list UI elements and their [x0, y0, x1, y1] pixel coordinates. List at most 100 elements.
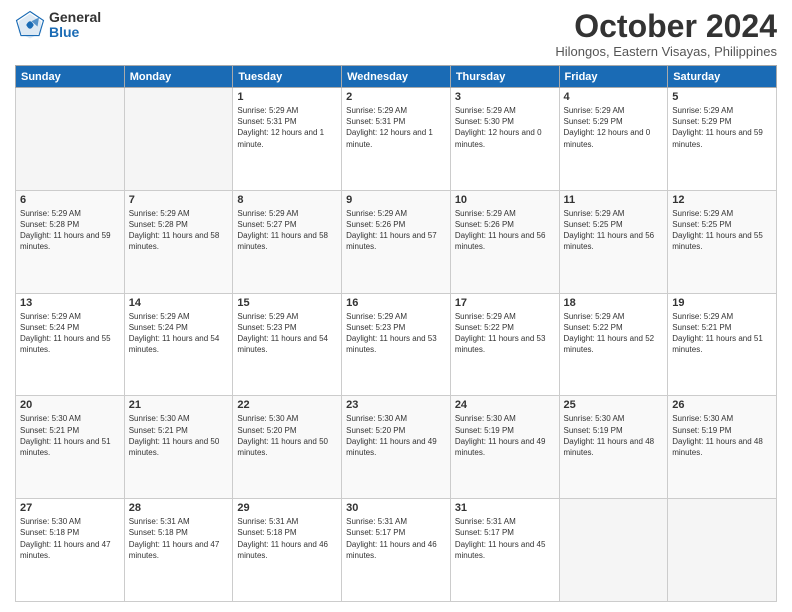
logo-text: General Blue: [49, 10, 101, 41]
day-info: Sunrise: 5:31 AMSunset: 5:18 PMDaylight:…: [237, 516, 337, 561]
day-info: Sunrise: 5:29 AMSunset: 5:27 PMDaylight:…: [237, 208, 337, 253]
day-info: Sunrise: 5:29 AMSunset: 5:25 PMDaylight:…: [672, 208, 772, 253]
day-number: 13: [20, 297, 120, 309]
calendar-week-4: 20Sunrise: 5:30 AMSunset: 5:21 PMDayligh…: [16, 396, 777, 499]
day-info: Sunrise: 5:31 AMSunset: 5:17 PMDaylight:…: [455, 516, 555, 561]
weekday-header-wednesday: Wednesday: [342, 66, 451, 88]
weekday-header-saturday: Saturday: [668, 66, 777, 88]
day-info: Sunrise: 5:31 AMSunset: 5:17 PMDaylight:…: [346, 516, 446, 561]
day-info: Sunrise: 5:29 AMSunset: 5:31 PMDaylight:…: [346, 105, 446, 150]
day-info: Sunrise: 5:30 AMSunset: 5:19 PMDaylight:…: [455, 413, 555, 458]
calendar-cell: 4 Sunrise: 5:29 AMSunset: 5:29 PMDaylight…: [559, 88, 668, 191]
day-number: 29: [237, 502, 337, 514]
calendar-cell: 30Sunrise: 5:31 AMSunset: 5:17 PMDayligh…: [342, 499, 451, 602]
calendar-week-1: 1Sunrise: 5:29 AMSunset: 5:31 PMDaylight…: [16, 88, 777, 191]
day-number: 17: [455, 297, 555, 309]
calendar-cell: 22Sunrise: 5:30 AMSunset: 5:20 PMDayligh…: [233, 396, 342, 499]
calendar-cell: 8 Sunrise: 5:29 AMSunset: 5:27 PMDaylight…: [233, 190, 342, 293]
calendar-cell: 21 Sunrise: 5:30 AMSunset: 5:21 PMDayligh…: [124, 396, 233, 499]
day-number: 31: [455, 502, 555, 514]
day-number: 21: [129, 399, 229, 411]
calendar-cell: 15 Sunrise: 5:29 AMSunset: 5:23 PMDayligh…: [233, 293, 342, 396]
calendar-cell: 17 Sunrise: 5:29 AMSunset: 5:22 PMDayligh…: [450, 293, 559, 396]
day-number: 9: [346, 194, 446, 206]
day-number: 19: [672, 297, 772, 309]
day-number: 24: [455, 399, 555, 411]
calendar-cell: 19Sunrise: 5:29 AMSunset: 5:21 PMDayligh…: [668, 293, 777, 396]
calendar-cell: [16, 88, 125, 191]
calendar-cell: 3 Sunrise: 5:29 AMSunset: 5:30 PMDaylight…: [450, 88, 559, 191]
calendar-cell: 11 Sunrise: 5:29 AMSunset: 5:25 PMDayligh…: [559, 190, 668, 293]
weekday-header-thursday: Thursday: [450, 66, 559, 88]
page: General Blue October 2024 Hilongos, East…: [0, 0, 792, 612]
day-info: Sunrise: 5:29 AMSunset: 5:26 PMDaylight:…: [346, 208, 446, 253]
calendar-cell: 10 Sunrise: 5:29 AMSunset: 5:26 PMDayligh…: [450, 190, 559, 293]
day-number: 5: [672, 91, 772, 103]
day-info: Sunrise: 5:30 AMSunset: 5:18 PMDaylight:…: [20, 516, 120, 561]
calendar-cell: 28Sunrise: 5:31 AMSunset: 5:18 PMDayligh…: [124, 499, 233, 602]
day-info: Sunrise: 5:29 AMSunset: 5:23 PMDaylight:…: [237, 311, 337, 356]
day-number: 16: [346, 297, 446, 309]
day-number: 2: [346, 91, 446, 103]
day-number: 12: [672, 194, 772, 206]
calendar-week-3: 13 Sunrise: 5:29 AMSunset: 5:24 PMDayligh…: [16, 293, 777, 396]
calendar-cell: 6Sunrise: 5:29 AMSunset: 5:28 PMDaylight…: [16, 190, 125, 293]
calendar-week-2: 6 Sunrise: 5:29 AMSunset: 5:28 PMDaylight…: [16, 190, 777, 293]
calendar-cell: 7 Sunrise: 5:29 AMSunset: 5:28 PMDaylight…: [124, 190, 233, 293]
day-info: Sunrise: 5:29 AMSunset: 5:24 PMDaylight:…: [20, 311, 120, 356]
day-number: 26: [672, 399, 772, 411]
calendar-table: SundayMondayTuesdayWednesdayThursdayFrid…: [15, 65, 777, 602]
day-info: Sunrise: 5:29 AMSunset: 5:30 PMDaylight:…: [455, 105, 555, 150]
day-info: Sunrise: 5:30 AMSunset: 5:21 PMDaylight:…: [20, 413, 120, 458]
calendar-cell: 13 Sunrise: 5:29 AMSunset: 5:24 PMDayligh…: [16, 293, 125, 396]
header: General Blue October 2024 Hilongos, East…: [15, 10, 777, 59]
weekday-header-tuesday: Tuesday: [233, 66, 342, 88]
day-number: 15: [237, 297, 337, 309]
day-info: Sunrise: 5:30 AMSunset: 5:20 PMDaylight:…: [237, 413, 337, 458]
day-info: Sunrise: 5:29 AMSunset: 5:23 PMDaylight:…: [346, 311, 446, 356]
day-info: Sunrise: 5:29 AMSunset: 5:24 PMDaylight:…: [129, 311, 229, 356]
day-info: Sunrise: 5:30 AMSunset: 5:21 PMDaylight:…: [129, 413, 229, 458]
day-info: Sunrise: 5:30 AMSunset: 5:19 PMDaylight:…: [564, 413, 664, 458]
calendar-cell: 20Sunrise: 5:30 AMSunset: 5:21 PMDayligh…: [16, 396, 125, 499]
day-info: Sunrise: 5:29 AMSunset: 5:22 PMDaylight:…: [564, 311, 664, 356]
title-area: October 2024 Hilongos, Eastern Visayas, …: [555, 10, 777, 59]
day-number: 10: [455, 194, 555, 206]
calendar-cell: 5 Sunrise: 5:29 AMSunset: 5:29 PMDaylight…: [668, 88, 777, 191]
day-number: 23: [346, 399, 446, 411]
day-number: 8: [237, 194, 337, 206]
day-info: Sunrise: 5:29 AMSunset: 5:25 PMDaylight:…: [564, 208, 664, 253]
calendar-cell: 25Sunrise: 5:30 AMSunset: 5:19 PMDayligh…: [559, 396, 668, 499]
calendar-cell: 1Sunrise: 5:29 AMSunset: 5:31 PMDaylight…: [233, 88, 342, 191]
day-info: Sunrise: 5:29 AMSunset: 5:29 PMDaylight:…: [564, 105, 664, 150]
calendar-cell: 9 Sunrise: 5:29 AMSunset: 5:26 PMDaylight…: [342, 190, 451, 293]
calendar-cell: 12 Sunrise: 5:29 AMSunset: 5:25 PMDayligh…: [668, 190, 777, 293]
calendar-cell: 23 Sunrise: 5:30 AMSunset: 5:20 PMDayligh…: [342, 396, 451, 499]
day-number: 27: [20, 502, 120, 514]
day-number: 18: [564, 297, 664, 309]
calendar-cell: 2 Sunrise: 5:29 AMSunset: 5:31 PMDaylight…: [342, 88, 451, 191]
calendar-week-5: 27 Sunrise: 5:30 AMSunset: 5:18 PMDayligh…: [16, 499, 777, 602]
day-info: Sunrise: 5:29 AMSunset: 5:31 PMDaylight:…: [237, 105, 337, 150]
calendar-cell: 27 Sunrise: 5:30 AMSunset: 5:18 PMDayligh…: [16, 499, 125, 602]
location: Hilongos, Eastern Visayas, Philippines: [555, 44, 777, 59]
calendar-cell: 24 Sunrise: 5:30 AMSunset: 5:19 PMDayligh…: [450, 396, 559, 499]
day-info: Sunrise: 5:29 AMSunset: 5:22 PMDaylight:…: [455, 311, 555, 356]
day-info: Sunrise: 5:30 AMSunset: 5:19 PMDaylight:…: [672, 413, 772, 458]
calendar-cell: 14Sunrise: 5:29 AMSunset: 5:24 PMDayligh…: [124, 293, 233, 396]
day-info: Sunrise: 5:29 AMSunset: 5:26 PMDaylight:…: [455, 208, 555, 253]
calendar-cell: 16 Sunrise: 5:29 AMSunset: 5:23 PMDayligh…: [342, 293, 451, 396]
weekday-header-row: SundayMondayTuesdayWednesdayThursdayFrid…: [16, 66, 777, 88]
day-info: Sunrise: 5:29 AMSunset: 5:29 PMDaylight:…: [672, 105, 772, 150]
calendar-cell: 31 Sunrise: 5:31 AMSunset: 5:17 PMDayligh…: [450, 499, 559, 602]
day-info: Sunrise: 5:29 AMSunset: 5:28 PMDaylight:…: [129, 208, 229, 253]
day-number: 11: [564, 194, 664, 206]
day-number: 7: [129, 194, 229, 206]
logo: General Blue: [15, 10, 101, 41]
day-number: 28: [129, 502, 229, 514]
day-info: Sunrise: 5:30 AMSunset: 5:20 PMDaylight:…: [346, 413, 446, 458]
day-number: 4: [564, 91, 664, 103]
day-number: 6: [20, 194, 120, 206]
day-number: 3: [455, 91, 555, 103]
calendar-cell: 26 Sunrise: 5:30 AMSunset: 5:19 PMDayligh…: [668, 396, 777, 499]
